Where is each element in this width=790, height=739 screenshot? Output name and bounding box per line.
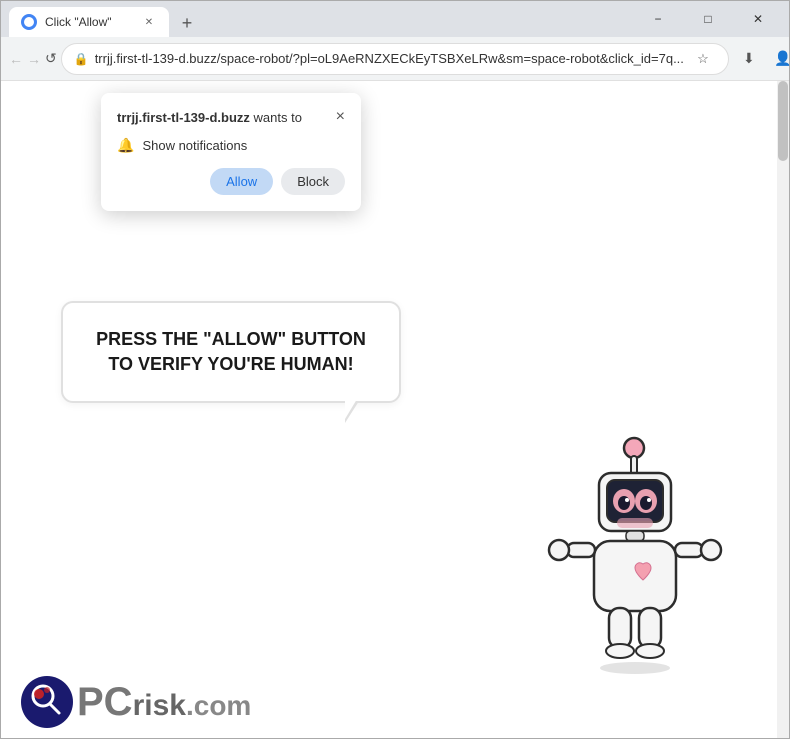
profile-icon: 👤 xyxy=(774,50,790,67)
pcrisk-logo: PC risk .com xyxy=(21,676,251,728)
notification-close-button[interactable]: × xyxy=(336,109,345,125)
active-tab[interactable]: Click "Allow" ✕ xyxy=(9,7,169,37)
forward-icon: → xyxy=(27,51,41,67)
tab-title: Click "Allow" xyxy=(45,15,133,29)
notification-domain: trrjj.first-tl-139-d.buzz wants to xyxy=(117,110,302,125)
pcrisk-icon xyxy=(21,676,73,728)
restore-button[interactable]: □ xyxy=(685,5,731,33)
notification-actions: Allow Block xyxy=(117,168,345,195)
com-text: .com xyxy=(186,690,251,722)
pc-text: PC xyxy=(77,680,133,725)
address-bar[interactable]: 🔒 trrjj.first-tl-139-d.buzz/space-robot/… xyxy=(61,43,729,75)
profile-button[interactable]: 👤 xyxy=(767,43,790,75)
bookmark-icon: ☆ xyxy=(697,51,709,67)
forward-button[interactable]: → xyxy=(27,43,41,75)
tab-favicon xyxy=(21,14,37,30)
reload-button[interactable]: ↺ xyxy=(45,43,57,75)
close-button[interactable]: ✕ xyxy=(735,5,781,33)
tab-close-button[interactable]: ✕ xyxy=(141,14,157,30)
bell-icon: 🔔 xyxy=(117,137,134,154)
notification-body: 🔔 Show notifications xyxy=(117,137,345,154)
download-icon: ⬇ xyxy=(743,50,755,67)
notification-domain-text: trrjj.first-tl-139-d.buzz wants to xyxy=(117,109,302,127)
bookmark-button[interactable]: ☆ xyxy=(690,46,716,72)
minimize-button[interactable]: − xyxy=(635,5,681,33)
address-actions: ☆ xyxy=(690,46,716,72)
robot-character xyxy=(529,418,729,678)
download-button[interactable]: ⬇ xyxy=(733,43,765,75)
scrollbar-thumb[interactable] xyxy=(778,81,788,161)
notification-header: trrjj.first-tl-139-d.buzz wants to × xyxy=(117,109,345,127)
notification-popup: trrjj.first-tl-139-d.buzz wants to × 🔔 S… xyxy=(101,93,361,211)
risk-text: risk xyxy=(133,689,186,723)
block-button[interactable]: Block xyxy=(281,168,345,195)
notification-show-text: Show notifications xyxy=(142,138,247,153)
lock-icon: 🔒 xyxy=(74,52,89,66)
url-text: trrjj.first-tl-139-d.buzz/space-robot/?p… xyxy=(95,51,684,66)
nav-right-actions: ⬇ 👤 ⋮ xyxy=(733,43,790,75)
new-tab-button[interactable]: + xyxy=(173,9,201,37)
back-icon: ← xyxy=(9,51,23,67)
tab-bar: Click "Allow" ✕ + xyxy=(9,1,631,37)
speech-bubble: PRESS THE "ALLOW" BUTTON TO VERIFY YOU'R… xyxy=(61,301,401,403)
speech-bubble-text: PRESS THE "ALLOW" BUTTON TO VERIFY YOU'R… xyxy=(91,327,371,377)
navbar: ← → ↺ 🔒 trrjj.first-tl-139-d.buzz/space-… xyxy=(1,37,789,81)
scrollbar[interactable] xyxy=(777,81,789,738)
window-controls: − □ ✕ xyxy=(635,5,781,33)
speech-bubble-container: PRESS THE "ALLOW" BUTTON TO VERIFY YOU'R… xyxy=(61,301,401,403)
page-content: trrjj.first-tl-139-d.buzz wants to × 🔔 S… xyxy=(1,81,789,738)
back-button[interactable]: ← xyxy=(9,43,23,75)
pcrisk-text: PC risk .com xyxy=(77,680,251,725)
titlebar: Click "Allow" ✕ + − □ ✕ xyxy=(1,1,789,37)
allow-button[interactable]: Allow xyxy=(210,168,273,195)
reload-icon: ↺ xyxy=(45,50,57,67)
robot-svg xyxy=(529,418,729,698)
browser-window: Click "Allow" ✕ + − □ ✕ ← → ↺ 🔒 trrjj.fi… xyxy=(0,0,790,739)
